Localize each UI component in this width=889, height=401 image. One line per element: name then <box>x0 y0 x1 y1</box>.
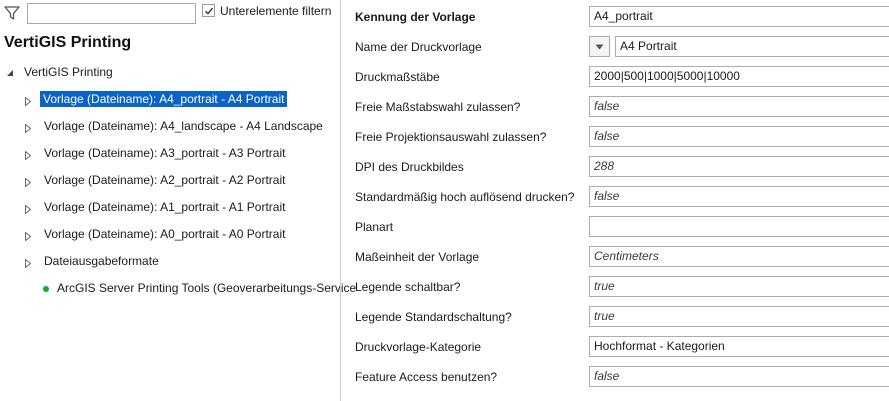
filter-subitems-label[interactable]: Unterelemente filtern <box>220 4 331 18</box>
property-row: DPI des Druckbildes 288 <box>341 152 889 182</box>
tree-item-a2-portrait[interactable]: Vorlage (Dateiname): A2_portrait - A2 Po… <box>0 172 340 190</box>
tree-item-a4-landscape[interactable]: Vorlage (Dateiname): A4_landscape - A4 L… <box>0 118 340 136</box>
status-dot-icon <box>43 286 49 292</box>
search-input[interactable] <box>27 3 196 24</box>
property-row: Druckmaßstäbe 2000|500|1000|5000|10000 <box>341 62 889 92</box>
template-id-field[interactable]: A4_portrait <box>589 6 889 27</box>
free-projection-field[interactable]: false <box>589 126 889 147</box>
property-row: Feature Access benutzen? false <box>341 362 889 392</box>
tree-panel: Unterelemente filtern VertiGIS Printing … <box>0 0 356 401</box>
legend-default-field[interactable]: true <box>589 306 889 327</box>
tree-item-a0-portrait[interactable]: Vorlage (Dateiname): A0_portrait - A0 Po… <box>0 226 340 244</box>
property-label: DPI des Druckbildes <box>355 160 464 174</box>
checkmark-icon <box>204 7 213 15</box>
property-label: Freie Projektionsauswahl zulassen? <box>355 130 547 144</box>
property-label: Freie Maßstabswahl zulassen? <box>355 100 521 114</box>
property-label: Planart <box>355 220 394 234</box>
chevron-down-icon <box>595 44 604 49</box>
collapsed-arrow-icon[interactable] <box>25 203 32 217</box>
property-row: Legende schaltbar? true <box>341 272 889 302</box>
property-label: Name der Druckvorlage <box>355 40 482 54</box>
property-row: Standardmäßig hoch auflösend drucken? fa… <box>341 182 889 212</box>
tree-item-label: Vorlage (Dateiname): A4_landscape - A4 L… <box>44 119 323 133</box>
unit-field[interactable]: Centimeters <box>589 246 889 267</box>
filter-subitems-checkbox[interactable] <box>202 4 215 17</box>
property-label: Kennung der Vorlage <box>355 10 476 24</box>
property-row: Freie Projektionsauswahl zulassen? false <box>341 122 889 152</box>
dpi-field[interactable]: 288 <box>589 156 889 177</box>
property-label: Legende Standardschaltung? <box>355 310 512 324</box>
expanded-arrow-icon[interactable] <box>6 66 14 80</box>
template-name-field[interactable]: A4 Portrait <box>615 36 889 57</box>
property-row: Name der Druckvorlage A4 Portrait <box>341 32 889 62</box>
collapsed-arrow-icon[interactable] <box>25 176 32 190</box>
property-grid: Kennung der Vorlage A4_portrait Name der… <box>341 0 889 401</box>
plan-type-field[interactable] <box>589 216 889 237</box>
property-row: Maßeinheit der Vorlage Centimeters <box>341 242 889 272</box>
app-title: VertiGIS Printing <box>4 34 132 51</box>
collapsed-arrow-icon[interactable] <box>25 122 32 136</box>
tree-item-label: Vorlage (Dateiname): A3_portrait - A3 Po… <box>44 146 286 160</box>
tree-item-label: Vorlage (Dateiname): A0_portrait - A0 Po… <box>44 227 286 241</box>
tree-item-label: Dateiausgabeformate <box>44 254 159 268</box>
property-row: Druckvorlage-Kategorie Hochformat - Kate… <box>341 332 889 362</box>
feature-access-field[interactable]: false <box>589 366 889 387</box>
print-scales-field[interactable]: 2000|500|1000|5000|10000 <box>589 66 889 87</box>
property-label: Druckvorlage-Kategorie <box>355 340 482 354</box>
legend-switchable-field[interactable]: true <box>589 276 889 297</box>
template-category-field[interactable]: Hochformat - Kategorien <box>589 336 889 357</box>
tree-item-label: Vorlage (Dateiname): A1_portrait - A1 Po… <box>44 200 286 214</box>
property-row: Kennung der Vorlage A4_portrait <box>341 2 889 32</box>
filter-icon[interactable] <box>4 5 20 21</box>
property-row: Legende Standardschaltung? true <box>341 302 889 332</box>
property-label: Feature Access benutzen? <box>355 370 498 384</box>
property-label: Maßeinheit der Vorlage <box>355 250 480 264</box>
collapsed-arrow-icon[interactable] <box>25 257 32 271</box>
high-res-field[interactable]: false <box>589 186 889 207</box>
dropdown-button[interactable] <box>589 36 610 57</box>
property-label: Standardmäßig hoch auflösend drucken? <box>355 190 575 204</box>
tree-root-label: VertiGIS Printing <box>24 65 113 79</box>
tree-item-a3-portrait[interactable]: Vorlage (Dateiname): A3_portrait - A3 Po… <box>0 145 340 163</box>
tree-item-label: Vorlage (Dateiname): A2_portrait - A2 Po… <box>44 173 286 187</box>
tree-root[interactable]: VertiGIS Printing <box>0 63 330 81</box>
free-scale-field[interactable]: false <box>589 96 889 117</box>
property-row: Planart <box>341 212 889 242</box>
collapsed-arrow-icon[interactable] <box>25 149 32 163</box>
property-label: Druckmaßstäbe <box>355 70 440 84</box>
tree-item-label: Vorlage (Dateiname): A4_portrait - A4 Po… <box>40 91 288 107</box>
tree-item-output-formats[interactable]: Dateiausgabeformate <box>0 253 340 271</box>
tree-item-arcgis-printing-tools[interactable]: ArcGIS Server Printing Tools (Geoverarbe… <box>0 280 356 298</box>
tree-item-label: ArcGIS Server Printing Tools (Geoverarbe… <box>57 281 357 295</box>
tree-item-a1-portrait[interactable]: Vorlage (Dateiname): A1_portrait - A1 Po… <box>0 199 340 217</box>
tree-item-a4-portrait[interactable]: Vorlage (Dateiname): A4_portrait - A4 Po… <box>0 91 340 109</box>
property-row: Freie Maßstabswahl zulassen? false <box>341 92 889 122</box>
property-label: Legende schaltbar? <box>355 280 461 294</box>
collapsed-arrow-icon[interactable] <box>25 95 32 109</box>
collapsed-arrow-icon[interactable] <box>25 230 32 244</box>
